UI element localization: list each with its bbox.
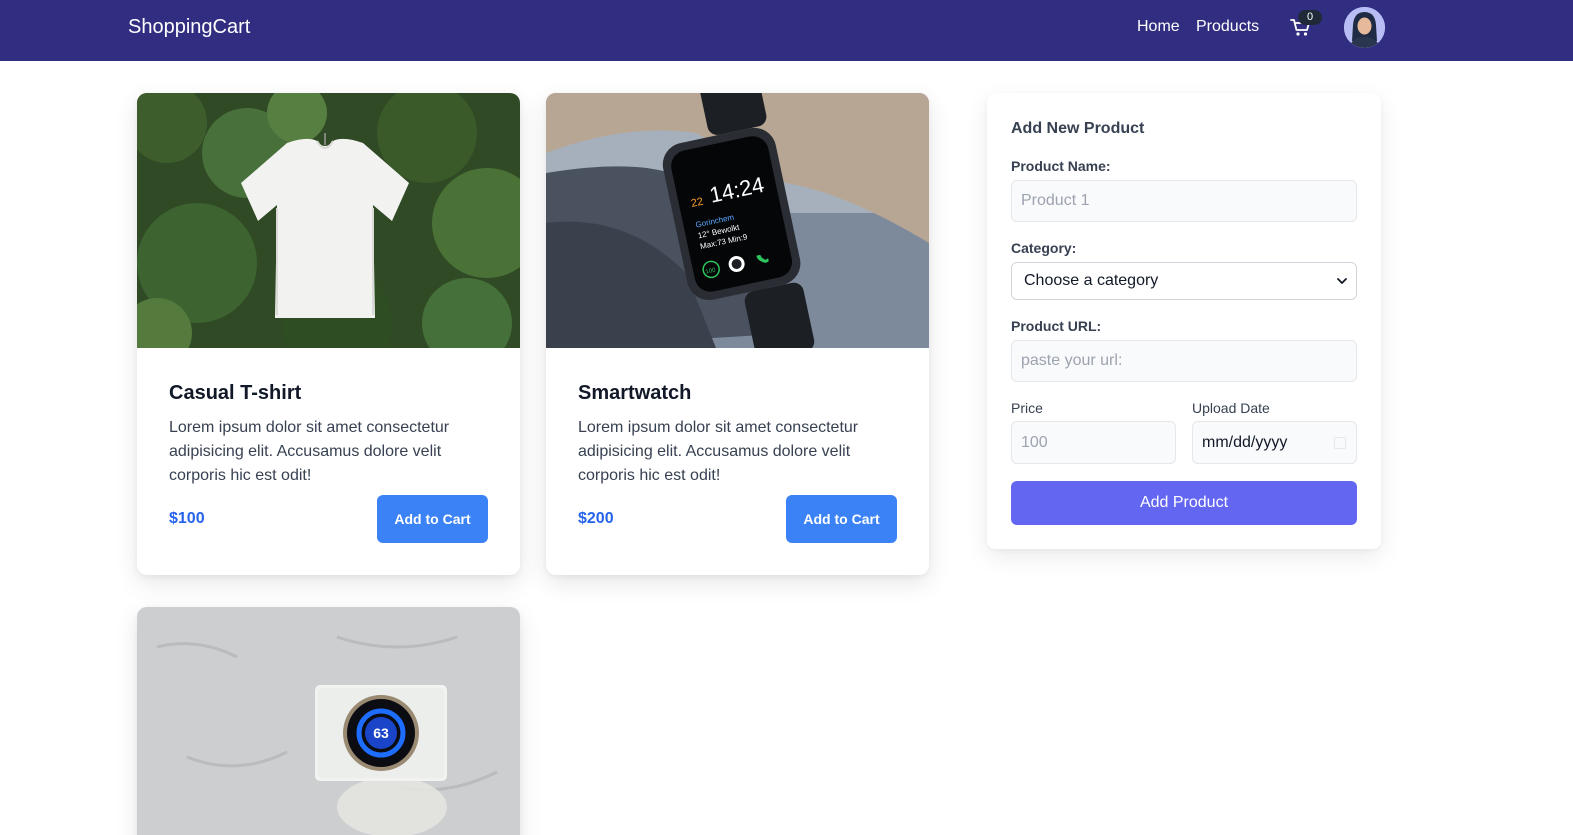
brand-logo[interactable]: ShoppingCart [128,16,250,39]
add-product-form: Add New Product Product Name: Category: … [987,93,1381,549]
product-name-label: Product Name: [1011,158,1111,174]
thermostat-temp: 63 [373,725,389,741]
chevron-down-icon [1337,278,1347,284]
product-url-input[interactable] [1011,340,1357,382]
upload-date-input[interactable]: mm/dd/yyyy [1192,421,1357,464]
calendar-icon[interactable] [1334,437,1346,449]
product-card: 63 [137,607,520,835]
watch-day: 22 [690,196,704,210]
add-to-cart-button[interactable]: Add to Cart [786,495,897,543]
product-image-tshirt [137,93,520,348]
product-title: Casual T-shirt [169,382,302,404]
price-input[interactable] [1011,421,1176,464]
price-label: Price [1011,400,1043,416]
cart-count-badge: 0 [1298,10,1322,25]
nav-home-link[interactable]: Home [1137,18,1180,36]
category-select[interactable]: Choose a category [1011,262,1357,300]
product-name-input[interactable] [1011,180,1357,222]
product-price: $100 [169,510,205,527]
product-url-label: Product URL: [1011,318,1102,334]
product-title: Smartwatch [578,382,692,404]
product-image-thermostat: 63 [137,607,520,835]
product-card: 22 14:24 Gorinchem 12° Bewolkt Max:73 Mi… [546,93,929,575]
product-description: Lorem ipsum dolor sit amet consectetur a… [578,419,859,484]
product-image-smartwatch: 22 14:24 Gorinchem 12° Bewolkt Max:73 Mi… [546,93,929,348]
category-label: Category: [1011,240,1077,256]
category-select-value: Choose a category [1024,272,1159,289]
product-description: Lorem ipsum dolor sit amet consectetur a… [169,419,450,484]
form-title: Add New Product [1011,120,1145,137]
nav-products-link[interactable]: Products [1196,18,1259,36]
navbar: ShoppingCart Home Products 0 [0,0,1573,61]
upload-date-label: Upload Date [1192,400,1270,416]
product-card: Casual T-shirt Lorem ipsum dolor sit ame… [137,93,520,575]
user-avatar[interactable] [1344,7,1385,48]
upload-date-value: mm/dd/yyyy [1202,434,1288,451]
add-product-button[interactable]: Add Product [1011,481,1357,525]
product-price: $200 [578,510,614,527]
add-to-cart-button[interactable]: Add to Cart [377,495,488,543]
